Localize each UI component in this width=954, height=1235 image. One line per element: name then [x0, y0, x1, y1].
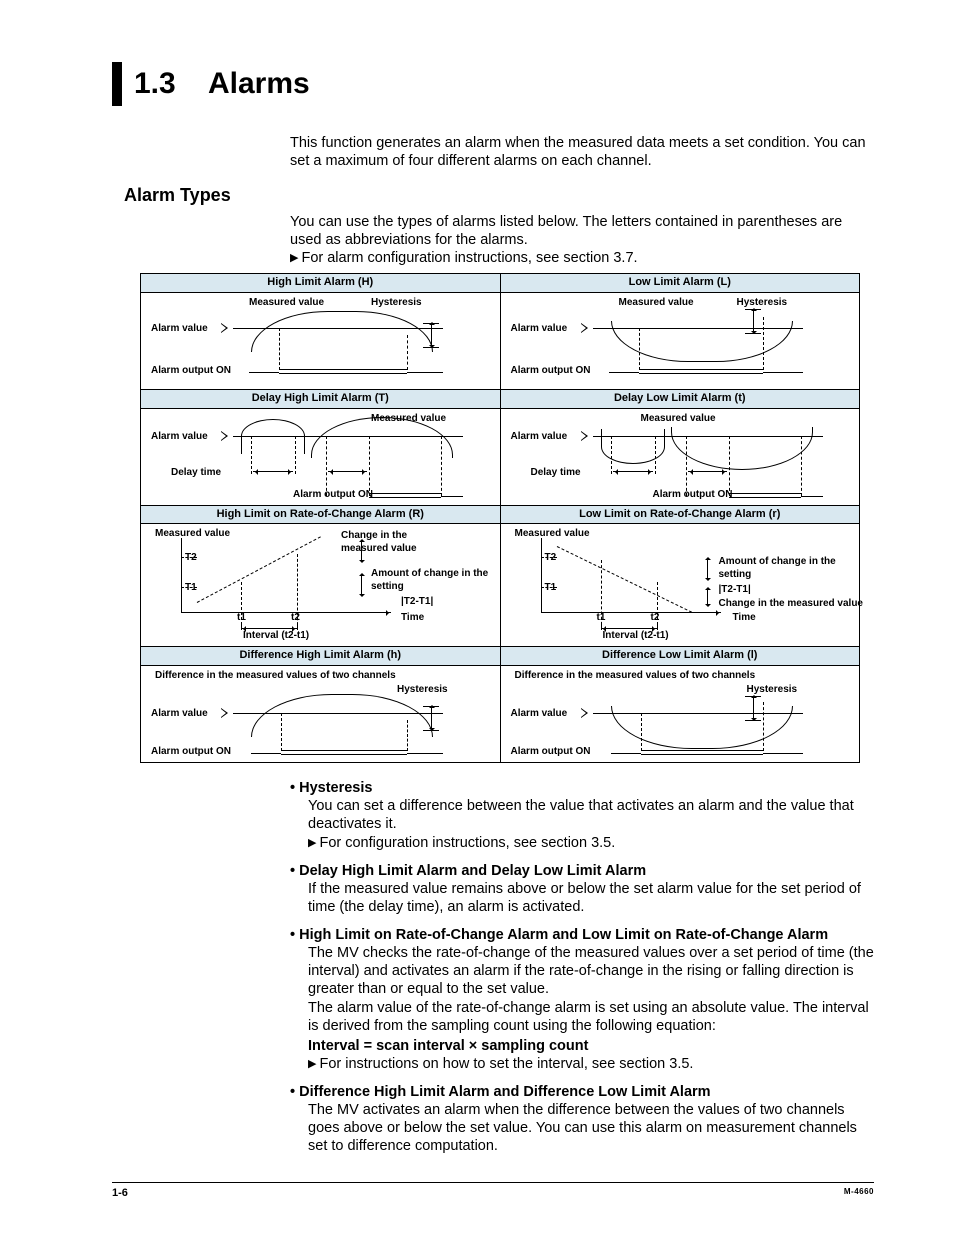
diagram-cell: Measured value Alarm value Delay time Al…: [141, 409, 500, 505]
diagram-cell: Measured value Amount of change in the s…: [501, 524, 860, 646]
bullet-equation: Interval = scan interval × sampling coun…: [308, 1037, 874, 1055]
bullet-head: Difference High Limit Alarm and Differen…: [290, 1083, 874, 1101]
cell-header: High Limit Alarm (H): [141, 274, 501, 293]
intro-paragraph: This function generates an alarm when th…: [290, 134, 874, 170]
cell-header: Delay Low Limit Alarm (t): [500, 389, 860, 408]
diagram-cell: Measured value Change in the measured va…: [141, 524, 500, 646]
bullet-body: If the measured value remains above or b…: [308, 880, 874, 916]
section-title: 1.3 Alarms: [112, 62, 874, 106]
alarm-diagram-table: High Limit Alarm (H) Low Limit Alarm (L)…: [140, 273, 860, 763]
sub-intro: You can use the types of alarms listed b…: [290, 213, 874, 249]
bullet-body2: The alarm value of the rate-of-change al…: [308, 999, 874, 1035]
bullet-head: Delay High Limit Alarm and Delay Low Lim…: [290, 862, 874, 880]
diagram-cell: Measured value Hysteresis Alarm value Al…: [501, 293, 860, 389]
title-bar: [112, 62, 122, 106]
bullet-body: The MV checks the rate-of-change of the …: [308, 944, 874, 998]
diagram-cell: Difference in the measured values of two…: [141, 666, 500, 762]
page-footer: 1-6 M-4660: [112, 1182, 874, 1201]
title-text: Alarms: [208, 67, 310, 100]
bullet-xref: For instructions on how to set the inter…: [308, 1055, 874, 1073]
bullet-body: You can set a difference between the val…: [308, 797, 874, 833]
cell-header: High Limit on Rate-of-Change Alarm (R): [141, 505, 501, 524]
diagram-cell: Difference in the measured values of two…: [501, 666, 860, 762]
xref-line: For alarm configuration instructions, se…: [290, 249, 874, 267]
diagram-cell: Measured value Hysteresis Alarm value Al…: [141, 293, 500, 389]
footer-page: 1-6: [112, 1187, 128, 1201]
cell-header: Low Limit Alarm (L): [500, 274, 860, 293]
bullet-body: The MV activates an alarm when the diffe…: [308, 1101, 874, 1155]
cell-header: Delay High Limit Alarm (T): [141, 389, 501, 408]
bullet-xref: For configuration instructions, see sect…: [308, 834, 874, 852]
bullet-head: Hysteresis: [290, 779, 874, 797]
bullet-head: High Limit on Rate-of-Change Alarm and L…: [290, 926, 874, 944]
subheading: Alarm Types: [124, 184, 874, 207]
bullets-section: Hysteresis You can set a difference betw…: [290, 779, 874, 1155]
footer-doc: M-4660: [844, 1187, 874, 1201]
cell-header: Low Limit on Rate-of-Change Alarm (r): [500, 505, 860, 524]
cell-header: Difference High Limit Alarm (h): [141, 647, 501, 666]
diagram-cell: Measured value Alarm value Delay time Al…: [501, 409, 860, 505]
title-number: 1.3: [134, 67, 176, 100]
cell-header: Difference Low Limit Alarm (l): [500, 647, 860, 666]
